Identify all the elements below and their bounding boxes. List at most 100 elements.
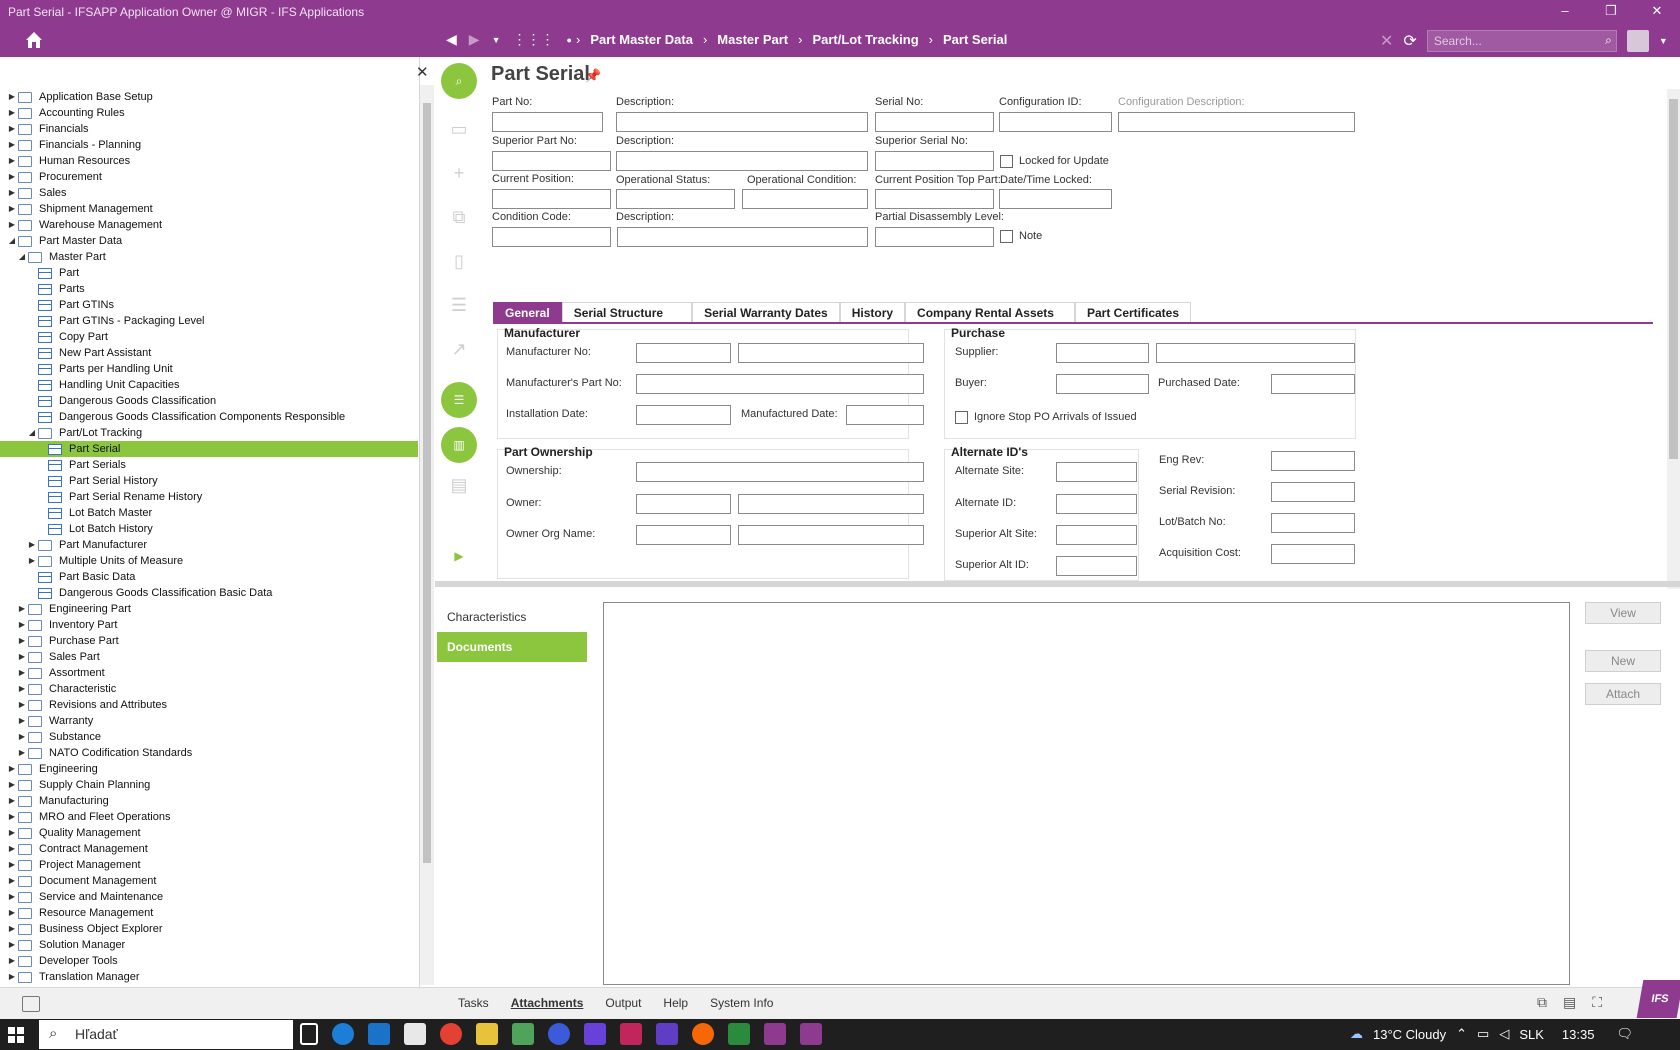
- part-no-field[interactable]: [492, 112, 603, 132]
- expand-icon[interactable]: ▶: [16, 745, 28, 761]
- expand-icon[interactable]: ▶: [6, 953, 18, 969]
- ownership-field[interactable]: [636, 462, 924, 482]
- calendar-icon[interactable]: [404, 1023, 426, 1045]
- navigator-scrollbar[interactable]: [420, 85, 434, 985]
- date-time-locked-field[interactable]: [999, 189, 1112, 209]
- note-checkbox[interactable]: [1000, 230, 1013, 243]
- tree-item[interactable]: ▶ Application Base Setup: [0, 89, 418, 105]
- tree-item[interactable]: ▶ Human Resources: [0, 153, 418, 169]
- tree-item[interactable]: Part Serials: [0, 457, 418, 473]
- fullscreen-icon[interactable]: ⛶: [1592, 994, 1602, 1011]
- ignore-stop-checkbox[interactable]: [955, 411, 968, 424]
- expand-icon[interactable]: ▶: [6, 761, 18, 777]
- report-icon[interactable]: ▤: [449, 475, 469, 495]
- clear-icon[interactable]: ✕: [1380, 31, 1393, 51]
- expand-icon[interactable]: ▶: [6, 905, 18, 921]
- expand-icon[interactable]: ▶: [16, 633, 28, 649]
- partial-disassembly-level-field[interactable]: [875, 227, 994, 247]
- notifications-icon[interactable]: 🗨: [1616, 1026, 1633, 1042]
- expand-icon[interactable]: ▶: [6, 89, 18, 105]
- tree-item[interactable]: ▶ Warranty: [0, 713, 418, 729]
- tree-item[interactable]: ▶ Sales: [0, 185, 418, 201]
- collapse-icon[interactable]: ◢: [26, 425, 38, 441]
- tree-item[interactable]: ▶ Solution Manager: [0, 937, 418, 953]
- superior-alt-site-field[interactable]: [1056, 525, 1137, 545]
- tree-item[interactable]: ▶ Inventory Part: [0, 617, 418, 633]
- expand-icon[interactable]: ▶: [6, 921, 18, 937]
- buyer-field[interactable]: [1056, 374, 1149, 394]
- expand-icon[interactable]: ▶: [16, 617, 28, 633]
- current-position-top-part-field[interactable]: [875, 189, 994, 209]
- delete-icon[interactable]: ▯: [449, 251, 469, 271]
- chrome-icon[interactable]: [440, 1023, 462, 1045]
- tree-item[interactable]: ▶ Manufacturing: [0, 793, 418, 809]
- weather-text[interactable]: 13°C Cloudy: [1373, 1027, 1446, 1042]
- minimize-icon[interactable]: –: [1542, 0, 1588, 24]
- tree-item[interactable]: Handling Unit Capacities: [0, 377, 418, 393]
- tree-item[interactable]: ▶ Translation Manager: [0, 969, 418, 985]
- tree-item[interactable]: Lot Batch History: [0, 521, 418, 537]
- supplier-field[interactable]: [1056, 343, 1149, 363]
- task-view-icon[interactable]: [300, 1023, 318, 1045]
- tree-item[interactable]: ▶ Substance: [0, 729, 418, 745]
- expand-icon[interactable]: ▶: [6, 201, 18, 217]
- close-navigator-icon[interactable]: ✕: [416, 63, 429, 81]
- eng-rev-field[interactable]: [1271, 451, 1355, 471]
- file-explorer-icon[interactable]: [476, 1023, 498, 1045]
- panel-icon[interactable]: ▤: [1563, 994, 1576, 1011]
- tree-item[interactable]: Parts per Handling Unit: [0, 361, 418, 377]
- history-dropdown-icon[interactable]: ▼: [492, 35, 501, 45]
- refresh-icon[interactable]: ⟳: [1403, 31, 1416, 51]
- tree-item[interactable]: Part Serial Rename History: [0, 489, 418, 505]
- current-position-field[interactable]: [492, 189, 611, 209]
- expand-icon[interactable]: ▶: [16, 729, 28, 745]
- tree-item[interactable]: ▶ Warehouse Management: [0, 217, 418, 233]
- tab-serial-structure[interactable]: Serial Structure: [561, 302, 693, 322]
- tree-item[interactable]: ▶ Resource Management: [0, 905, 418, 921]
- expand-icon[interactable]: ▶: [6, 841, 18, 857]
- tree-item[interactable]: Dangerous Goods Classification Component…: [0, 409, 418, 425]
- splitter[interactable]: [435, 581, 1680, 587]
- forward-icon[interactable]: ▶: [469, 31, 480, 48]
- configuration-description-field[interactable]: [1118, 112, 1355, 132]
- operational-status-field[interactable]: [616, 189, 735, 209]
- restore-icon[interactable]: ❐: [1588, 0, 1634, 24]
- tree-item[interactable]: ▶ Engineering Part: [0, 601, 418, 617]
- status-tab-help[interactable]: Help: [663, 996, 688, 1010]
- purchased-date-field[interactable]: [1271, 374, 1355, 394]
- tree-item[interactable]: ▶ Document Management: [0, 873, 418, 889]
- home-icon[interactable]: [24, 30, 44, 50]
- tree-item[interactable]: ◢ Part/Lot Tracking: [0, 425, 418, 441]
- lot-batch-no-field[interactable]: [1271, 513, 1355, 533]
- tree-item[interactable]: Parts: [0, 281, 418, 297]
- expand-icon[interactable]: ▶: [449, 549, 469, 569]
- tree-item[interactable]: Dangerous Goods Classification Basic Dat…: [0, 585, 418, 601]
- tree-item[interactable]: ▶ Business Object Explorer: [0, 921, 418, 937]
- scrollbar-thumb[interactable]: [423, 103, 431, 863]
- tree-item[interactable]: ▶ Financials: [0, 121, 418, 137]
- tree-item[interactable]: ▶ MRO and Fleet Operations: [0, 809, 418, 825]
- tree-item[interactable]: ▶ Contract Management: [0, 841, 418, 857]
- superior-alt-id-field[interactable]: [1056, 556, 1137, 576]
- collapse-icon[interactable]: ◢: [6, 233, 18, 249]
- expand-icon[interactable]: ▶: [6, 153, 18, 169]
- configuration-id-field[interactable]: [999, 112, 1112, 132]
- tree-item[interactable]: Part: [0, 265, 418, 281]
- tab-general[interactable]: General: [493, 302, 562, 322]
- breadcrumb-item[interactable]: Part/Lot Tracking: [812, 32, 918, 47]
- tree-item[interactable]: ▶ Financials - Planning: [0, 137, 418, 153]
- documents-list[interactable]: [603, 602, 1570, 985]
- search-input[interactable]: Search... ⌕: [1426, 30, 1617, 52]
- locked-for-update-checkbox[interactable]: [1000, 155, 1013, 168]
- avatar[interactable]: [1626, 30, 1649, 52]
- tree-item[interactable]: Copy Part: [0, 329, 418, 345]
- tree-item[interactable]: ▶ Part Manufacturer: [0, 537, 418, 553]
- taskbar-search-input[interactable]: ⌕ Hľadať: [39, 1020, 293, 1049]
- expand-icon[interactable]: ▶: [16, 697, 28, 713]
- search-mode-button[interactable]: ⌕: [441, 63, 477, 99]
- tree-item[interactable]: Part GTINs - Packaging Level: [0, 313, 418, 329]
- side-item-documents[interactable]: Documents: [437, 632, 587, 662]
- expand-icon[interactable]: ▶: [6, 857, 18, 873]
- back-icon[interactable]: ◀: [446, 31, 457, 48]
- description-field[interactable]: [616, 112, 868, 132]
